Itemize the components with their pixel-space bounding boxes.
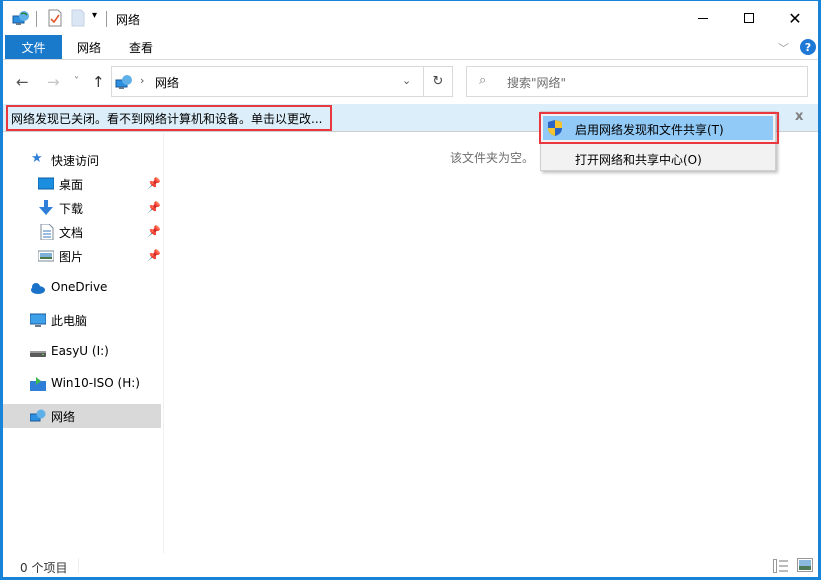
sidebar-item-label: 桌面 [59,178,84,192]
help-icon[interactable]: ? [800,39,816,55]
annotation-highlight-box [539,112,779,144]
pane-divider[interactable] [163,133,164,553]
forward-button[interactable]: → [47,73,60,91]
pictures-icon [38,250,54,262]
sidebar-item-pictures[interactable]: 图片 📌 [3,244,161,268]
documents-icon [40,224,54,240]
empty-folder-message: 该文件夹为空。 [450,151,535,165]
pin-icon[interactable]: 📌 [147,249,161,262]
infobar-close-icon[interactable]: x [795,109,803,124]
search-icon: ⌕ [479,73,487,88]
navigation-pane: ★ 快速访问 桌面 📌 下载 📌 文档 📌 图片 📌 OneDrive 此电脑 … [3,133,162,553]
sidebar-item-label: 图片 [59,250,84,264]
pin-icon[interactable]: 📌 [147,225,161,238]
properties-icon[interactable] [46,9,64,27]
sidebar-item-this-pc[interactable]: 此电脑 [3,308,161,332]
pin-icon[interactable]: 📌 [147,177,161,190]
sidebar-item-quick-access[interactable]: ★ 快速访问 [3,148,161,172]
ribbon: 文件 网络 查看 ﹀ ? [3,35,818,60]
status-separator [78,558,79,573]
sidebar-item-desktop[interactable]: 桌面 📌 [3,172,161,196]
sidebar-item-label: 快速访问 [51,154,100,168]
item-count: 0 个项目 [20,561,68,575]
tab-view[interactable]: 查看 [115,35,167,59]
maximize-button[interactable] [726,1,772,35]
sidebar-item-easyu-drive[interactable]: EasyU (I:) [3,340,161,364]
sidebar-item-label: 网络 [51,410,76,424]
network-icon [115,75,132,89]
sidebar-item-documents[interactable]: 文档 📌 [3,220,161,244]
sidebar-item-label: EasyU (I:) [51,344,109,358]
sidebar-item-win10-iso-drive[interactable]: Win10-ISO (H:) [3,372,161,396]
menu-item-open-sharing-center[interactable]: 打开网络和共享中心(O) [543,146,773,170]
sidebar-item-label: Win10-ISO (H:) [51,376,140,390]
up-button[interactable]: ↑ [92,73,105,91]
search-input[interactable]: 搜索"网络" [507,74,566,91]
refresh-button[interactable]: ↻ [423,66,453,97]
close-icon: ✕ [788,8,802,28]
pin-icon[interactable]: 📌 [147,201,161,214]
sidebar-item-label: 此电脑 [51,314,88,328]
sidebar-item-onedrive[interactable]: OneDrive [3,276,161,300]
tab-file[interactable]: 文件 [5,35,62,59]
title-bar: ▾ 网络 ✕ [3,1,818,35]
status-bar: 0 个项目 [3,554,818,578]
onedrive-icon [31,283,45,294]
desktop-icon [38,177,54,190]
expand-ribbon-chevron-icon[interactable]: ﹀ [778,40,789,56]
minimize-icon [698,17,708,19]
toolbar-separator [36,11,37,27]
new-folder-icon[interactable] [69,9,87,27]
sidebar-item-downloads[interactable]: 下载 📌 [3,196,161,220]
breadcrumb-network[interactable]: 网络 [155,74,179,91]
breadcrumb-separator-icon[interactable]: › [140,74,144,87]
sidebar-item-label: 下载 [59,202,84,216]
customize-dropdown-icon[interactable]: ▾ [92,10,97,21]
download-icon [39,200,53,215]
recent-locations-button[interactable]: ˅ [74,76,79,87]
large-icons-view-icon[interactable] [797,558,813,572]
tab-network[interactable]: 网络 [63,35,115,59]
sidebar-item-label: OneDrive [51,280,108,294]
address-bar[interactable]: › 网络 ⌄ [111,66,424,97]
back-button[interactable]: ← [16,73,29,91]
this-pc-icon [30,313,46,327]
toolbar-separator [106,11,107,27]
maximize-icon [744,13,754,23]
sidebar-item-label: 文档 [59,226,84,240]
explorer-window: ▾ 网络 ✕ 文件 网络 查看 ﹀ ? ← → ˅ ↑ › 网络 ⌄ ↻ ⌕ 搜… [0,0,821,580]
sidebar-item-network[interactable]: 网络 [3,404,161,428]
close-button[interactable]: ✕ [772,1,818,35]
window-title: 网络 [116,13,141,27]
details-view-icon[interactable] [773,559,789,573]
drive-icon [30,351,46,357]
address-dropdown-icon[interactable]: ⌄ [402,74,411,87]
network-icon [30,409,46,422]
quick-access-star-icon: ★ [31,151,43,166]
minimize-button[interactable] [680,1,726,35]
network-icon [12,11,29,25]
infobar-message[interactable]: 网络发现已关闭。看不到网络计算机和设备。单击以更改... [11,110,322,127]
navigation-bar: ← → ˅ ↑ › 网络 ⌄ ↻ ⌕ 搜索"网络" [3,61,818,103]
menu-item-label: 打开网络和共享中心(O) [575,153,702,167]
iso-drive-icon [30,377,46,391]
search-box[interactable]: ⌕ 搜索"网络" [466,66,808,97]
